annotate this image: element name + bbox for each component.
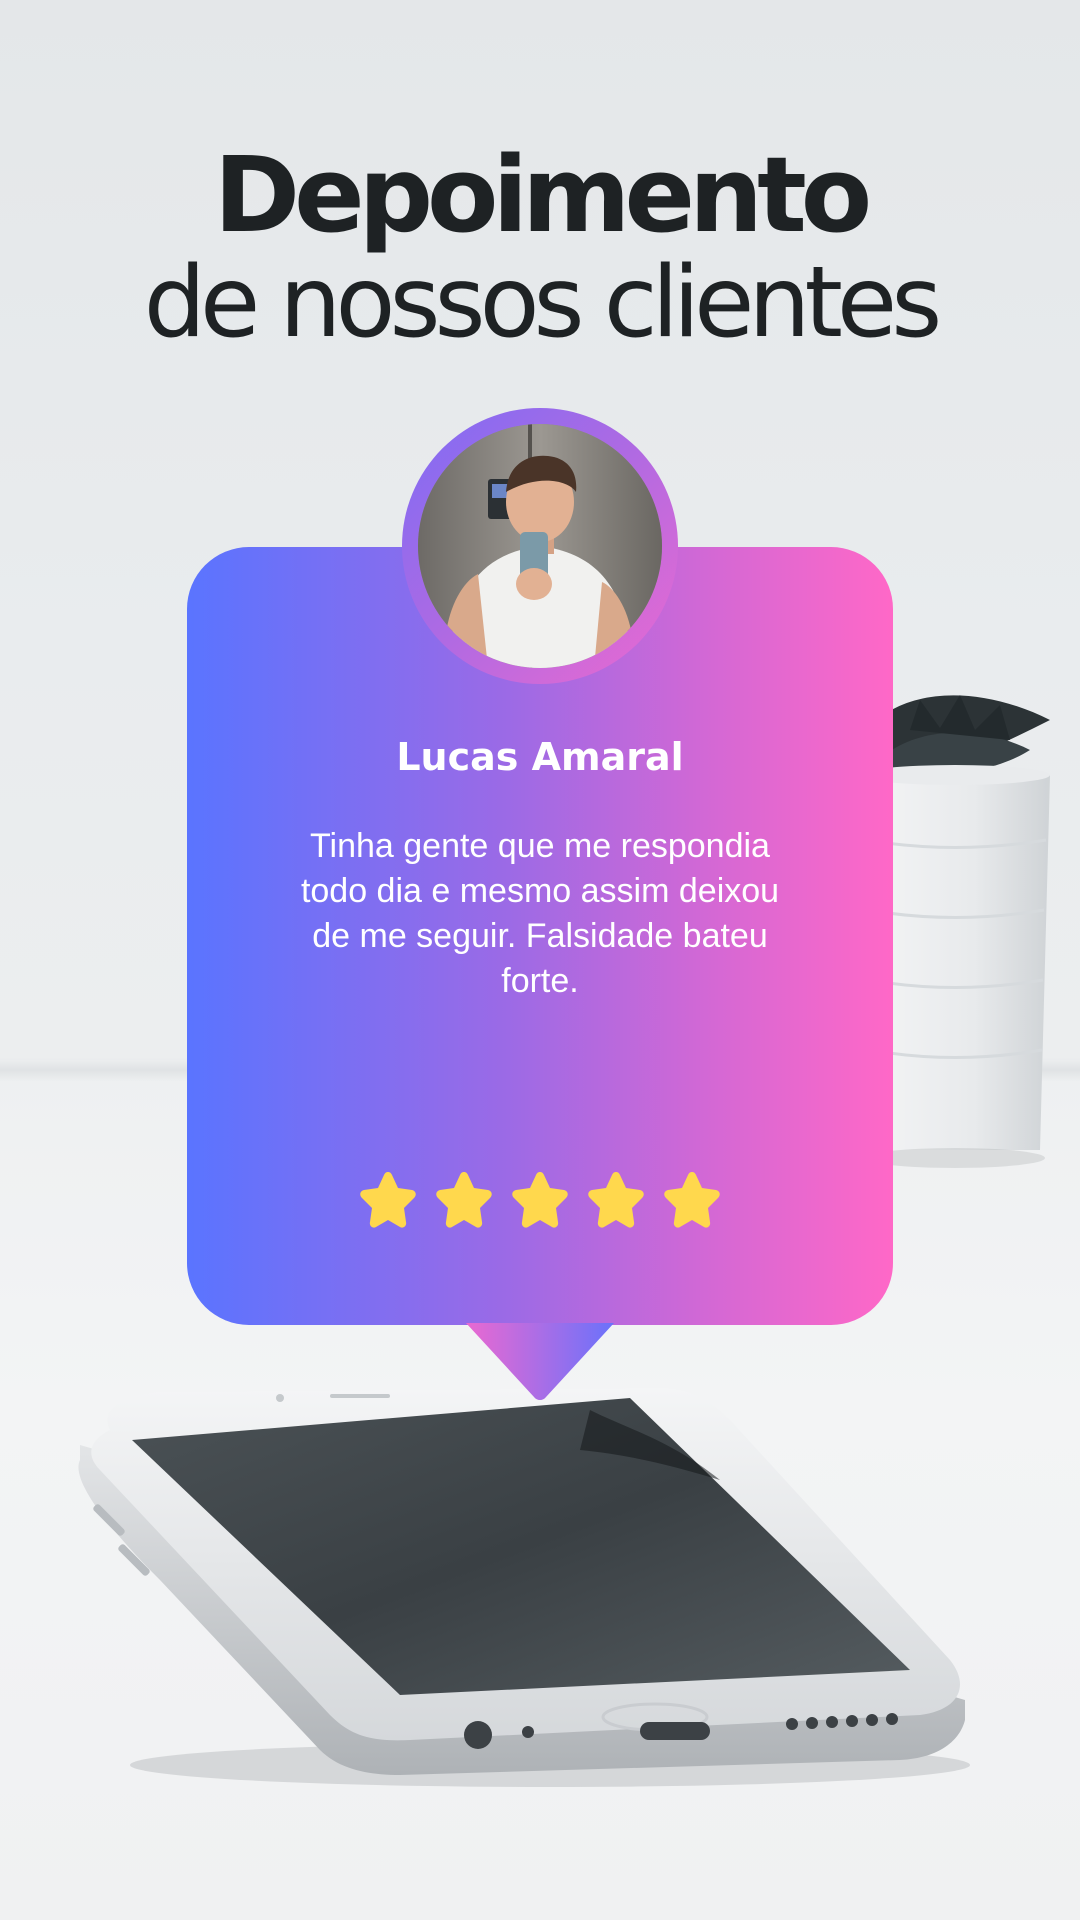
star-icon [360, 1172, 416, 1228]
star-icon [664, 1172, 720, 1228]
testimonial-text: Tinha gente que me respondia todo dia e … [300, 827, 780, 1000]
avatar [418, 424, 662, 668]
avatar-photo [418, 424, 662, 668]
star-rating [355, 1168, 725, 1236]
page-title: Depoimento de nossos clientes [0, 140, 1080, 356]
smartphone-illustration [78, 1388, 970, 1787]
card-pointer [466, 1323, 614, 1400]
title-line-2: de nossos clientes [143, 246, 943, 360]
client-name: Lucas Amaral [396, 735, 684, 779]
star-icon [512, 1172, 568, 1228]
title-line-1: Depoimento [213, 134, 873, 256]
star-icon [588, 1172, 644, 1228]
star-icon [436, 1172, 492, 1228]
